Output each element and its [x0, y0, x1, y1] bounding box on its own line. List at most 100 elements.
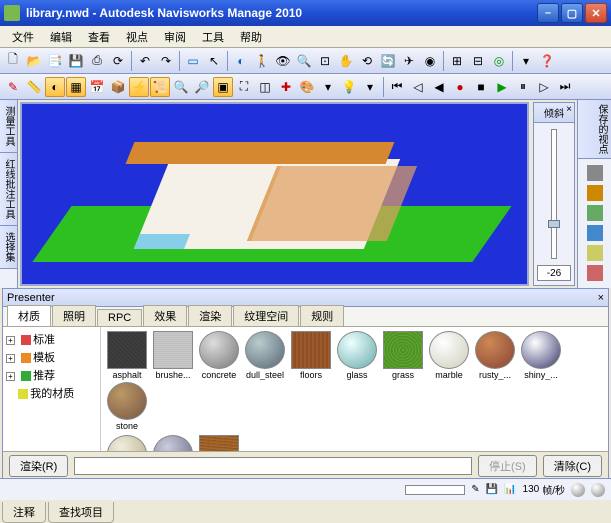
clear-button[interactable]: 清除(C): [543, 455, 602, 477]
render-button[interactable]: 渲染(R): [9, 455, 68, 477]
material-wood[interactable]: wood: [197, 435, 241, 451]
menu-审阅[interactable]: 审阅: [156, 27, 194, 47]
maximize-button[interactable]: ▢: [561, 3, 583, 23]
material-marble[interactable]: marble: [427, 331, 471, 380]
pan-icon[interactable]: ✋: [336, 51, 356, 71]
tilt-close-icon[interactable]: ×: [566, 104, 572, 115]
open-icon[interactable]: 📂: [24, 51, 44, 71]
material-glass[interactable]: glass: [335, 331, 379, 380]
redline-icon[interactable]: ✎: [3, 77, 23, 97]
menu-工具[interactable]: 工具: [194, 27, 232, 47]
measure-icon[interactable]: 📏: [24, 77, 44, 97]
orbit-icon[interactable]: ⟲: [357, 51, 377, 71]
mode-icon[interactable]: ▾: [360, 77, 380, 97]
presenter-tab-规则[interactable]: 规则: [300, 305, 344, 326]
save-icon[interactable]: 💾: [66, 51, 86, 71]
material-floors[interactable]: floors: [289, 331, 333, 380]
presenter-tab-渲染[interactable]: 渲染: [188, 305, 232, 326]
stop-icon[interactable]: ■: [471, 77, 491, 97]
presenter-tab-材质[interactable]: 材质: [7, 305, 51, 326]
fullscreen-icon[interactable]: ⛶: [234, 77, 254, 97]
prev-icon[interactable]: ◁: [408, 77, 428, 97]
hide-icon[interactable]: ▣: [213, 77, 233, 97]
rewind-icon[interactable]: ⏮: [387, 77, 407, 97]
lighting-icon[interactable]: 💡: [339, 77, 359, 97]
presenter-tab-纹理空间[interactable]: 纹理空间: [233, 305, 299, 326]
zoom-box-icon[interactable]: ⊡: [315, 51, 335, 71]
publish-icon[interactable]: ⎙: [87, 51, 107, 71]
zoom-icon[interactable]: 🔍: [294, 51, 314, 71]
tree-item[interactable]: + 推荐: [6, 366, 97, 384]
cursor-icon[interactable]: ↖: [204, 51, 224, 71]
refresh-icon[interactable]: ⟳: [108, 51, 128, 71]
scripter-icon[interactable]: 📜: [150, 77, 170, 97]
material-stucco[interactable]: stucco: [105, 435, 149, 451]
viewpoint-light-icon[interactable]: [587, 245, 603, 261]
material-stone[interactable]: stone: [105, 382, 149, 431]
presenter-close-icon[interactable]: ×: [598, 292, 604, 304]
3d-viewport[interactable]: [20, 102, 529, 286]
material-dull_steel[interactable]: dull_steel: [243, 331, 287, 380]
tree-item[interactable]: + 标准: [6, 330, 97, 348]
append-icon[interactable]: 📑: [45, 51, 65, 71]
background-icon[interactable]: 🎨: [297, 77, 317, 97]
tilt-value-input[interactable]: [537, 265, 571, 281]
dropdown-icon[interactable]: ▾: [516, 51, 536, 71]
split-icon[interactable]: ◫: [255, 77, 275, 97]
material-brushe...[interactable]: brushe...: [151, 331, 195, 380]
menu-查看[interactable]: 查看: [80, 27, 118, 47]
pause-icon[interactable]: ⏸: [513, 77, 533, 97]
look-icon[interactable]: 👁: [273, 51, 293, 71]
focus-icon[interactable]: ◎: [489, 51, 509, 71]
viewpoint-delete-icon[interactable]: [587, 265, 603, 281]
side-tab-测量工具[interactable]: 测量工具: [0, 100, 17, 153]
zoom-sel-icon[interactable]: ⊟: [468, 51, 488, 71]
end-icon[interactable]: ⏭: [555, 77, 575, 97]
close-button[interactable]: ✕: [585, 3, 607, 23]
fly-icon[interactable]: ✈: [399, 51, 419, 71]
side-tab-红线批注工具[interactable]: 红线批注工具: [0, 153, 17, 226]
examine-icon[interactable]: 🔄: [378, 51, 398, 71]
help-icon[interactable]: ❓: [537, 51, 557, 71]
render-style-icon[interactable]: ▾: [318, 77, 338, 97]
material-rusty_...[interactable]: rusty_...: [473, 331, 517, 380]
presenter-tab-照明[interactable]: 照明: [52, 305, 96, 326]
tree-item[interactable]: + 模板: [6, 348, 97, 366]
viewpoint-folder-icon[interactable]: [587, 225, 603, 241]
nav-icon[interactable]: ◐: [231, 51, 251, 71]
material-wire[interactable]: wire: [151, 435, 195, 451]
material-shiny_...[interactable]: shiny_...: [519, 331, 563, 380]
viewpoint-save-icon[interactable]: [587, 165, 603, 181]
bottom-tab-注释[interactable]: 注释: [2, 502, 46, 523]
box-icon[interactable]: 📦: [108, 77, 128, 97]
tree-item[interactable]: 我的材质: [6, 384, 97, 402]
presenter-tab-RPC[interactable]: RPC: [97, 309, 142, 326]
play-icon[interactable]: ▶: [492, 77, 512, 97]
find-icon[interactable]: 🔍: [171, 77, 191, 97]
zoom-all-icon[interactable]: ⊞: [447, 51, 467, 71]
undo-icon[interactable]: ↶: [135, 51, 155, 71]
menu-视点[interactable]: 视点: [118, 27, 156, 47]
material-concrete[interactable]: concrete: [197, 331, 241, 380]
tilt-slider[interactable]: [551, 129, 557, 259]
walk-icon[interactable]: 🚶: [252, 51, 272, 71]
minimize-button[interactable]: –: [537, 3, 559, 23]
redo-icon[interactable]: ↷: [156, 51, 176, 71]
presenter-tab-效果[interactable]: 效果: [143, 305, 187, 326]
clash-icon[interactable]: ⚡: [129, 77, 149, 97]
menu-文件[interactable]: 文件: [4, 27, 42, 47]
animator-icon[interactable]: ▦: [66, 77, 86, 97]
quick-find-icon[interactable]: 🔎: [192, 77, 212, 97]
turntable-icon[interactable]: ◉: [420, 51, 440, 71]
bottom-tab-查找项目[interactable]: 查找项目: [48, 502, 114, 523]
select-icon[interactable]: ▭: [183, 51, 203, 71]
record-icon[interactable]: ●: [450, 77, 470, 97]
menu-帮助[interactable]: 帮助: [232, 27, 270, 47]
new-icon[interactable]: 🗋: [3, 51, 23, 71]
section-icon[interactable]: ✚: [276, 77, 296, 97]
viewpoint-edit-icon[interactable]: [587, 185, 603, 201]
next-icon[interactable]: ▷: [534, 77, 554, 97]
timeliner-icon[interactable]: 📅: [87, 77, 107, 97]
viewpoint-anim-icon[interactable]: [587, 205, 603, 221]
material-asphalt[interactable]: asphalt: [105, 331, 149, 380]
